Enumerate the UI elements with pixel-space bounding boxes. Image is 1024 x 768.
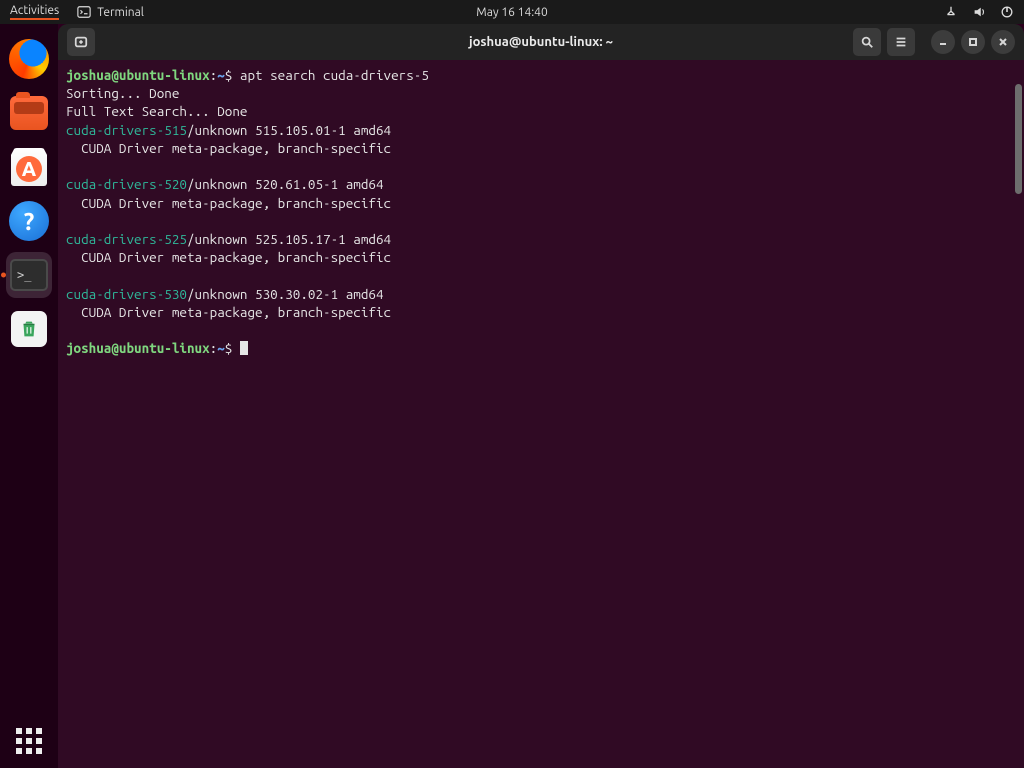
help-icon: ? — [9, 201, 49, 241]
hamburger-menu-button[interactable] — [887, 28, 915, 56]
window-titlebar[interactable]: joshua@ubuntu-linux: ~ — [58, 24, 1024, 60]
network-icon[interactable] — [944, 5, 958, 19]
maximize-button[interactable] — [961, 30, 985, 54]
trash-icon — [11, 311, 47, 347]
show-applications-button[interactable] — [6, 718, 52, 764]
scrollbar-thumb[interactable] — [1015, 84, 1022, 194]
top-panel: Activities Terminal May 16 14:40 — [0, 0, 1024, 24]
cursor — [240, 341, 248, 355]
power-icon[interactable] — [1000, 5, 1014, 19]
dock-item-firefox[interactable] — [6, 36, 52, 82]
dock-item-terminal[interactable]: >_ — [6, 252, 52, 298]
files-icon — [10, 96, 48, 130]
activities-button[interactable]: Activities — [10, 4, 59, 20]
clock[interactable]: May 16 14:40 — [0, 6, 1024, 19]
dock-item-files[interactable] — [6, 90, 52, 136]
dock-item-software[interactable] — [6, 144, 52, 190]
new-tab-button[interactable] — [67, 28, 95, 56]
software-icon — [11, 148, 47, 186]
dock-item-help[interactable]: ? — [6, 198, 52, 244]
dock: ? >_ — [0, 24, 58, 768]
dock-item-trash[interactable] — [6, 306, 52, 352]
terminal-window: joshua@ubuntu-linux: ~ joshua@ubuntu-lin… — [58, 24, 1024, 768]
minimize-button[interactable] — [931, 30, 955, 54]
terminal-icon — [77, 5, 91, 19]
active-app-name: Terminal — [97, 6, 144, 19]
active-app-indicator[interactable]: Terminal — [77, 5, 144, 19]
volume-icon[interactable] — [972, 5, 986, 19]
terminal-app-icon: >_ — [10, 259, 48, 291]
search-button[interactable] — [853, 28, 881, 56]
apps-grid-icon — [16, 728, 42, 754]
running-indicator-dot — [1, 273, 6, 278]
close-button[interactable] — [991, 30, 1015, 54]
firefox-icon — [9, 39, 49, 79]
terminal-output[interactable]: joshua@ubuntu-linux:~$ apt search cuda-d… — [58, 60, 1024, 768]
